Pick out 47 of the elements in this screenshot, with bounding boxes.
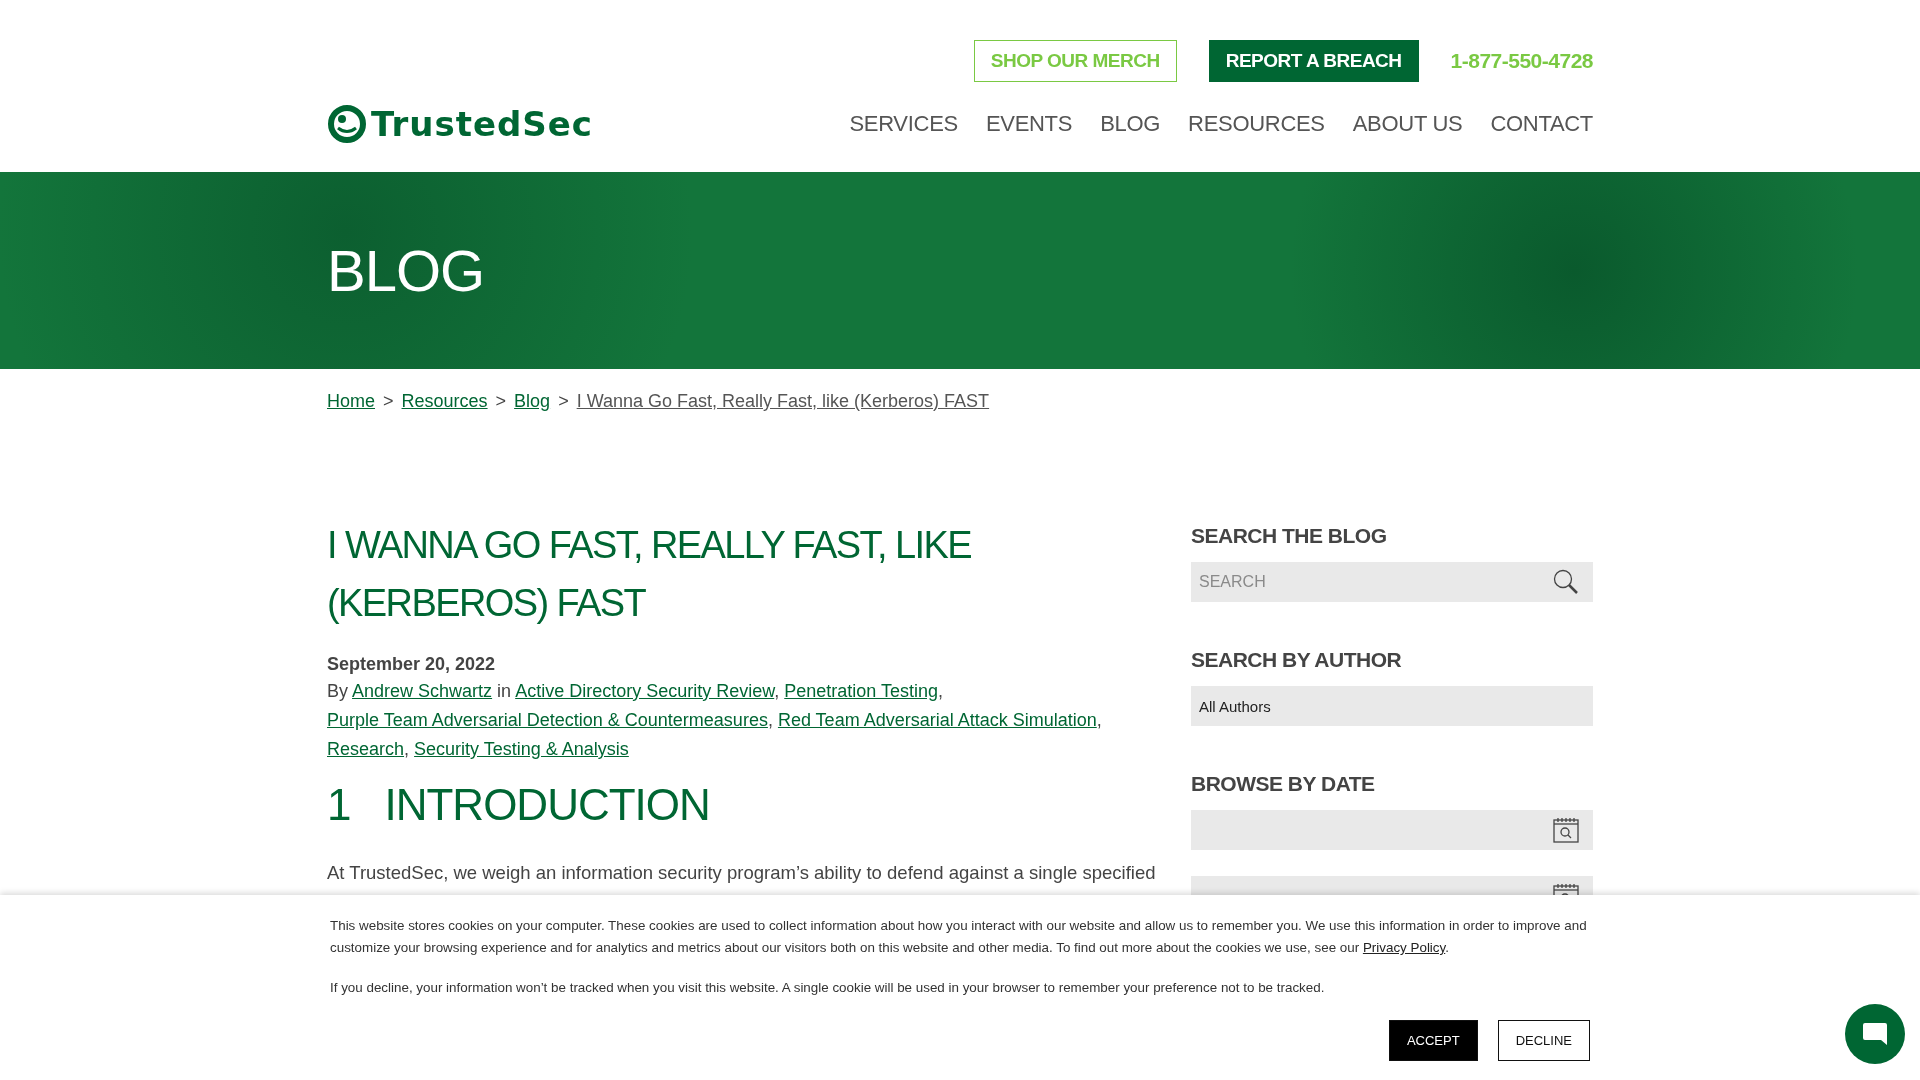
breadcrumb-link[interactable]: Blog — [514, 391, 551, 412]
article-paragraph: At TrustedSec, we weigh an information security program’s ability to defend against a single specified — [327, 861, 1156, 885]
sidebar-heading: BROWSE BY DATE — [1191, 772, 1376, 796]
search-field[interactable]: SEARCH — [1191, 562, 1593, 602]
sidebar-heading: SEARCH BY AUTHOR — [1191, 648, 1403, 672]
nav-link[interactable]: EVENTS — [985, 111, 1073, 137]
author-link[interactable]: Andrew Schwartz — [352, 681, 493, 701]
breadcrumb-link[interactable]: I Wanna Go Fast, Really Fast, like (Kerberos) FAST — [576, 391, 990, 412]
nav-link[interactable]: SERVICES — [849, 111, 958, 137]
section-heading: INTRODUCTION — [384, 780, 710, 830]
accept-button[interactable]: ACCEPT — [1388, 1020, 1478, 1061]
comma: , — [1096, 710, 1102, 730]
date-field[interactable] — [1191, 810, 1593, 850]
comma: , — [404, 739, 410, 759]
category-link[interactable]: Research — [327, 739, 405, 759]
breadcrumb-separator: > — [383, 391, 394, 412]
page-title: BLOG — [327, 237, 486, 304]
category-link[interactable]: Security Testing & Analysis — [414, 739, 629, 759]
sidebar-heading: SEARCH THE BLOG — [1191, 524, 1388, 548]
author-dropdown[interactable]: All Authors — [1191, 686, 1593, 726]
nav-link[interactable]: BLOG — [1100, 111, 1161, 137]
comma: , — [767, 710, 773, 730]
cookie-notice: This website stores cookies on your computer. These cookies are used to collect information about how you interact with our website and allow us to remember you. We use this information in order to improve and customize your browsing experience and for analytics and metrics about our visitors both on this website and other media. To find out more about the cookies we use, see our Privacy Policy. — [330, 917, 1588, 957]
decline-button[interactable]: DECLINE — [1497, 1020, 1590, 1061]
breadcrumb-link[interactable]: Resources — [401, 391, 488, 412]
calendar-search-icon[interactable] — [1553, 817, 1579, 843]
breadcrumb-separator: > — [495, 391, 507, 412]
section-number: 1 — [327, 780, 351, 830]
nav-link[interactable]: CONTACT — [1490, 111, 1593, 137]
category-link[interactable]: Active Directory Security Review — [515, 681, 775, 701]
logo-icon — [327, 104, 367, 144]
category-link[interactable]: Penetration Testing — [784, 681, 939, 701]
article-title: I WANNA GO FAST, REALLY FAST, LIKE (KERBEROS) FAST — [327, 523, 972, 626]
logo-wordmark[interactable]: TrustedSec — [371, 104, 594, 144]
byline: By Andrew Schwartz in Active Directory Security Review, Penetration Testing, Purple Team Adversarial Detection & Countermeasures, Red Team Adversarial Attack Simulation, Research, Security Testing & Analysis — [327, 680, 1103, 761]
cookie-notice: If you decline, your information won’t be tracked when you visit this website. A single cookie will be used in your browser to remember your preference not to be tracked. — [330, 979, 1326, 997]
category-link[interactable]: Purple Team Adversarial Detection & Countermeasures — [327, 710, 768, 730]
report-breach-button[interactable]: REPORT A BREACH — [1208, 40, 1419, 82]
nav-link[interactable]: RESOURCES — [1188, 111, 1325, 137]
breadcrumb-separator: > — [558, 391, 569, 412]
breadcrumb-link[interactable]: Home — [327, 391, 375, 412]
nav-link[interactable]: ABOUT US — [1352, 111, 1463, 137]
comma: , — [774, 681, 780, 701]
article-date: September 20, 2022 — [327, 654, 497, 675]
category-link[interactable]: Red Team Adversarial Attack Simulation — [777, 710, 1097, 730]
comma: , — [938, 681, 944, 701]
search-icon[interactable] — [1553, 569, 1579, 595]
